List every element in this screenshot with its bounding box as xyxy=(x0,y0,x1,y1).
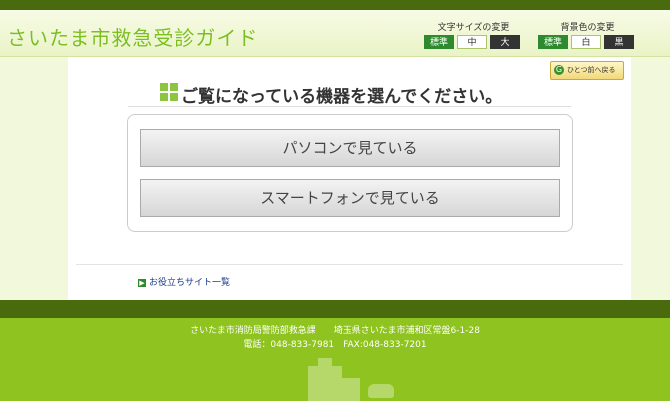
footer-band xyxy=(0,300,670,318)
useful-sites-label: お役立ちサイト一覧 xyxy=(149,278,231,288)
bg-color-white-button[interactable]: 白 xyxy=(571,35,601,49)
footer-address: さいたま市消防局警防部救急課 埼玉県さいたま市浦和区常盤6-1-28 xyxy=(190,326,480,336)
site-title[interactable]: さいたま市救急受診ガイド xyxy=(7,22,258,51)
back-button-label: ひとつ前へ戻る xyxy=(567,66,616,74)
footer-contact: 電話：048-833-7981 FAX:048-833-7201 xyxy=(243,340,427,350)
font-size-label: 文字サイズの変更 xyxy=(437,23,510,33)
divider xyxy=(76,264,623,265)
main-content: G ひとつ前へ戻る ご覧になっている機器を選んでください。 パソコンで見ている … xyxy=(68,57,631,300)
building-icon xyxy=(306,358,362,401)
ambulance-icon xyxy=(368,384,394,398)
page-heading: ご覧になっている機器を選んでください。 xyxy=(128,82,571,107)
pc-choice-button[interactable]: パソコンで見ている xyxy=(140,129,560,167)
font-size-large-button[interactable]: 大 xyxy=(490,35,520,49)
useful-sites-link[interactable]: ▶ お役立ちサイト一覧 xyxy=(138,275,230,288)
heading-square-icon xyxy=(160,83,178,101)
footer: さいたま市消防局警防部救急課 埼玉県さいたま市浦和区常盤6-1-28 電話：04… xyxy=(0,318,670,401)
device-choice-box: パソコンで見ている スマートフォンで見ている xyxy=(127,114,573,232)
bg-color-label: 背景色の変更 xyxy=(560,23,615,33)
back-arrow-icon: G xyxy=(554,65,564,75)
header: さいたま市救急受診ガイド 文字サイズの変更 標準 中 大 背景色の変更 標準 白… xyxy=(0,10,670,57)
bg-color-control: 背景色の変更 標準 白 黒 xyxy=(538,20,637,49)
font-size-medium-button[interactable]: 中 xyxy=(457,35,487,49)
back-button[interactable]: G ひとつ前へ戻る xyxy=(550,61,624,80)
bg-color-black-button[interactable]: 黒 xyxy=(604,35,634,49)
bg-color-standard-button[interactable]: 標準 xyxy=(538,35,568,49)
smartphone-choice-button[interactable]: スマートフォンで見ている xyxy=(140,179,560,217)
top-bar xyxy=(0,0,670,10)
font-size-standard-button[interactable]: 標準 xyxy=(424,35,454,49)
page-title: ご覧になっている機器を選んでください。 xyxy=(181,87,503,107)
arrow-right-icon: ▶ xyxy=(138,278,146,287)
font-size-control: 文字サイズの変更 標準 中 大 xyxy=(424,20,523,49)
